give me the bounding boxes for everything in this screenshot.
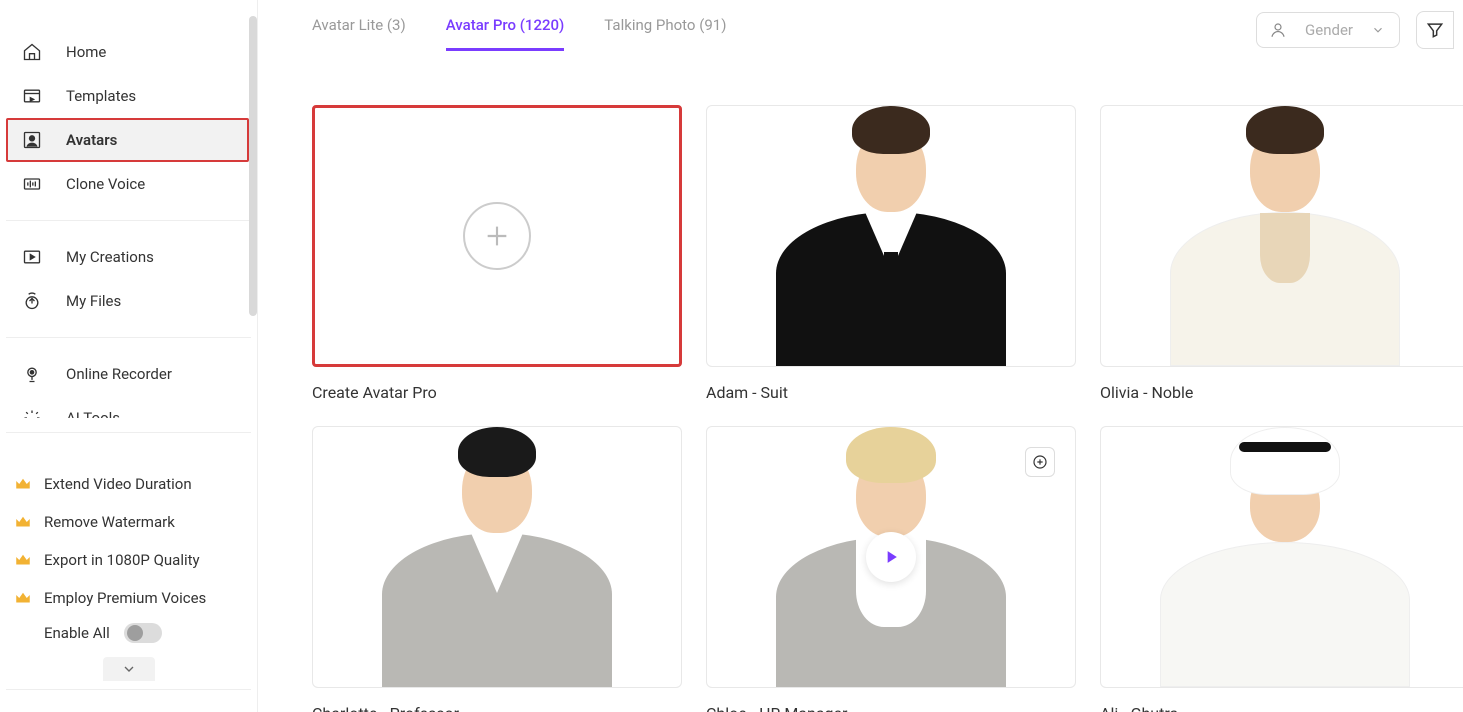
chevron-down-icon xyxy=(121,661,137,677)
topbar: Avatar Lite (3) Avatar Pro (1220) Talkin… xyxy=(312,8,1463,51)
avatar-figure xyxy=(1101,106,1463,366)
premium-label: Employ Premium Voices xyxy=(44,589,206,607)
create-avatar-card[interactable] xyxy=(312,105,682,367)
tab-avatar-pro[interactable]: Avatar Pro (1220) xyxy=(446,8,565,51)
filter-button[interactable] xyxy=(1416,11,1454,49)
card-label: Chloe - HR Manager xyxy=(706,704,1076,712)
filter-icon xyxy=(1425,20,1445,40)
premium-item-premium-voices[interactable]: Employ Premium Voices xyxy=(14,579,243,617)
card-label: Create Avatar Pro xyxy=(312,383,682,402)
sidebar-divider xyxy=(6,432,251,433)
crown-icon xyxy=(14,589,32,607)
avatar-card[interactable] xyxy=(1100,105,1463,367)
sidebar-item-my-files[interactable]: My Files xyxy=(0,279,257,323)
avatar-card-ali: Ali - Ghutra xyxy=(1100,426,1463,712)
avatar-grid: Create Avatar Pro Adam - Suit xyxy=(312,105,1463,712)
premium-features: Extend Video Duration Remove Watermark E… xyxy=(0,447,257,689)
tab-talking-photo[interactable]: Talking Photo (91) xyxy=(604,8,726,51)
person-icon xyxy=(1269,21,1287,39)
recorder-icon xyxy=(22,364,42,384)
avatar-card-charlotte: Charlotte - Professor xyxy=(312,426,682,712)
card-label: Olivia - Noble xyxy=(1100,383,1463,402)
ai-tools-icon xyxy=(22,408,42,418)
play-button[interactable] xyxy=(866,532,916,582)
play-icon xyxy=(881,547,901,567)
sidebar-divider xyxy=(6,220,251,221)
sidebar-item-label: Home xyxy=(66,43,106,61)
sidebar-item-templates[interactable]: Templates xyxy=(0,74,257,118)
sidebar-item-avatars[interactable]: Avatars xyxy=(6,118,249,162)
sidebar-item-label: Templates xyxy=(66,87,136,105)
avatar-card[interactable] xyxy=(312,426,682,688)
clone-voice-icon xyxy=(22,174,42,194)
sidebar-nav-group-main: Home Templates Avatars Clone Voice xyxy=(0,0,257,206)
avatar-card[interactable] xyxy=(1100,426,1463,688)
my-creations-icon xyxy=(22,247,42,267)
enable-all-toggle[interactable] xyxy=(124,623,162,643)
sidebar-item-label: My Creations xyxy=(66,248,154,266)
tab-avatar-lite[interactable]: Avatar Lite (3) xyxy=(312,8,406,51)
collapse-premium-button[interactable] xyxy=(103,657,155,681)
crown-icon xyxy=(14,513,32,531)
sidebar-item-label: Clone Voice xyxy=(66,175,145,193)
sidebar-item-label: My Files xyxy=(66,292,121,310)
premium-label: Extend Video Duration xyxy=(44,475,192,493)
sidebar-item-label: AI Tools xyxy=(66,409,120,418)
enable-all-label: Enable All xyxy=(44,624,110,642)
sidebar-divider xyxy=(6,337,251,338)
avatar-card-olivia: Olivia - Noble xyxy=(1100,105,1463,402)
sidebar-item-label: Online Recorder xyxy=(66,365,172,383)
premium-label: Export in 1080P Quality xyxy=(44,551,200,569)
avatar-figure xyxy=(707,106,1075,366)
chevron-down-icon xyxy=(1371,23,1385,37)
avatar-figure xyxy=(313,427,681,687)
my-files-icon xyxy=(22,291,42,311)
sidebar-scrollbar[interactable] xyxy=(249,16,257,316)
sidebar-nav-group-mine: My Creations My Files xyxy=(0,235,257,323)
crown-icon xyxy=(14,475,32,493)
sidebar-item-label: Avatars xyxy=(66,131,117,149)
premium-item-extend-duration[interactable]: Extend Video Duration xyxy=(14,465,243,503)
home-icon xyxy=(22,42,42,62)
sidebar-item-online-recorder[interactable]: Online Recorder xyxy=(0,352,257,396)
add-avatar-button[interactable] xyxy=(1025,447,1055,477)
sidebar-item-clone-voice[interactable]: Clone Voice xyxy=(0,162,257,206)
sidebar-item-my-creations[interactable]: My Creations xyxy=(0,235,257,279)
gender-select[interactable]: Gender xyxy=(1256,12,1400,48)
avatar-card[interactable] xyxy=(706,426,1076,688)
enable-all-row: Enable All xyxy=(14,623,243,643)
templates-icon xyxy=(22,86,42,106)
avatar-figure xyxy=(1101,427,1463,687)
sidebar-item-ai-tools[interactable]: AI Tools xyxy=(0,396,257,418)
plus-icon xyxy=(1032,454,1048,470)
card-label: Adam - Suit xyxy=(706,383,1076,402)
topbar-controls: Gender xyxy=(1256,11,1453,49)
plus-icon xyxy=(463,202,531,270)
avatar-card-adam: Adam - Suit xyxy=(706,105,1076,402)
premium-item-export-1080p[interactable]: Export in 1080P Quality xyxy=(14,541,243,579)
premium-item-remove-watermark[interactable]: Remove Watermark xyxy=(14,503,243,541)
avatar-card[interactable] xyxy=(706,105,1076,367)
avatar-card-chloe: Chloe - HR Manager xyxy=(706,426,1076,712)
avatars-icon xyxy=(22,130,42,150)
card-label: Charlotte - Professor xyxy=(312,704,682,712)
crown-icon xyxy=(14,551,32,569)
sidebar: Home Templates Avatars Clone Voice xyxy=(0,0,258,712)
gender-select-placeholder: Gender xyxy=(1305,21,1353,39)
avatar-card-create: Create Avatar Pro xyxy=(312,105,682,402)
main-content: Avatar Lite (3) Avatar Pro (1220) Talkin… xyxy=(258,0,1463,712)
avatar-tabs: Avatar Lite (3) Avatar Pro (1220) Talkin… xyxy=(312,8,726,51)
card-label: Ali - Ghutra xyxy=(1100,704,1463,712)
sidebar-divider xyxy=(6,689,251,690)
premium-label: Remove Watermark xyxy=(44,513,175,531)
sidebar-nav-group-tools: Online Recorder AI Tools xyxy=(0,352,257,418)
sidebar-item-home[interactable]: Home xyxy=(0,30,257,74)
